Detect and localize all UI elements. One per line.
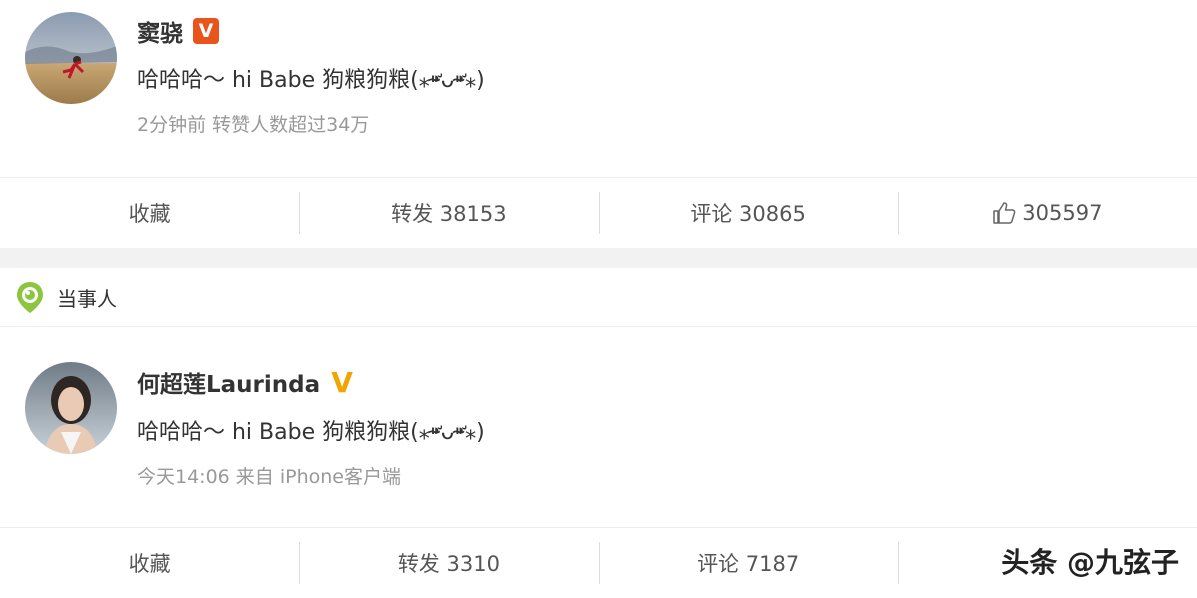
post-text: 哈哈哈～ hi Babe 狗粮狗粮(⁎⁍̴̛ᴗ⁍̴̛⁎)	[137, 68, 485, 93]
participant-tag: 当事人	[0, 268, 1197, 327]
favorite-label: 收藏	[128, 552, 171, 576]
post-text: 哈哈哈～ hi Babe 狗粮狗粮(⁎⁍̴̛ᴗ⁍̴̛⁎)	[137, 420, 485, 445]
repost-label: 转发 38153	[391, 202, 507, 226]
favorite-button[interactable]: 收藏	[0, 178, 299, 248]
tag-label: 当事人	[57, 286, 117, 311]
watermark: 头条 @九弦子	[1001, 546, 1179, 579]
avatar-image	[25, 362, 117, 454]
post-meta[interactable]: 今天14:06 来自 iPhone客户端	[137, 462, 401, 489]
author-name[interactable]: 何超莲Laurinda	[137, 365, 320, 399]
comment-button[interactable]: 评论 7187	[598, 528, 898, 598]
section-divider	[0, 248, 1197, 268]
comment-button[interactable]: 评论 30865	[598, 178, 898, 248]
verified-badge-icon: V	[331, 365, 353, 399]
comment-label: 评论 7187	[697, 552, 800, 576]
repost-label: 转发 3310	[397, 552, 500, 576]
repost-button[interactable]: 转发 38153	[299, 178, 598, 248]
author-name[interactable]: 窦骁	[137, 14, 183, 48]
post-1: 窦骁 V 哈哈哈～ hi Babe 狗粮狗粮(⁎⁍̴̛ᴗ⁍̴̛⁎) 2分钟前 转…	[0, 0, 1197, 248]
location-tag-icon	[17, 282, 43, 313]
repost-button[interactable]: 转发 3310	[299, 528, 598, 598]
avatar[interactable]	[25, 12, 117, 104]
post-meta[interactable]: 2分钟前 转赞人数超过34万	[137, 110, 369, 137]
verified-badge-icon: V	[193, 18, 219, 44]
comment-label: 评论 30865	[690, 202, 806, 226]
favorite-button[interactable]: 收藏	[0, 528, 299, 598]
action-bar: 收藏 转发 38153 评论 30865 305597	[0, 177, 1197, 248]
avatar[interactable]	[25, 362, 117, 454]
thumbs-up-icon	[993, 202, 1016, 224]
favorite-label: 收藏	[128, 202, 171, 226]
like-button[interactable]: 305597	[897, 178, 1197, 248]
like-count: 305597	[1022, 201, 1103, 225]
avatar-image	[25, 12, 117, 104]
